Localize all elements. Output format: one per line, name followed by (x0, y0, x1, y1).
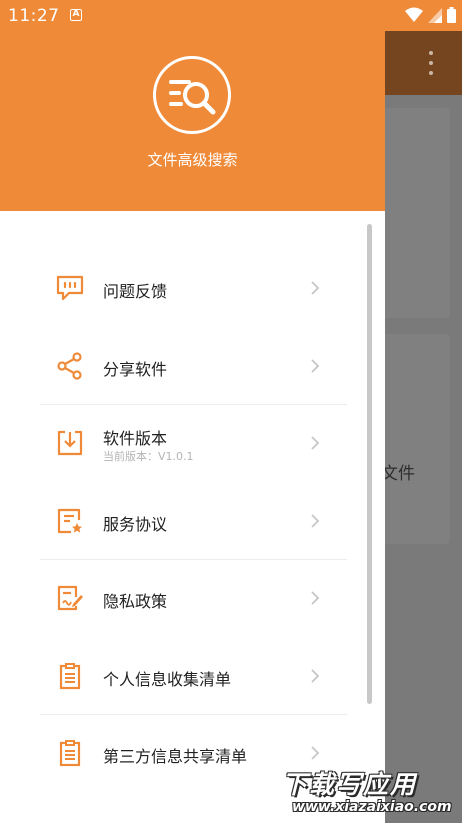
watermark-title: 下载写应用 (282, 770, 418, 799)
chevron-right-icon (311, 591, 320, 605)
navigation-drawer: 文件高级搜索 问题反馈 分享软件 软件版本 当前版本：V1.0.1 服务协议 隐… (0, 0, 385, 823)
status-time: 11:27 (8, 6, 60, 26)
feedback-icon (56, 275, 84, 301)
menu-item-privacy-policy[interactable]: 隐私政策 (0, 565, 385, 631)
background-card-1 (374, 108, 450, 318)
battery-icon (447, 7, 456, 23)
chevron-right-icon (311, 514, 320, 528)
notification-a-icon: A (70, 9, 82, 21)
share-icon (57, 352, 82, 380)
chevron-right-icon (311, 359, 320, 373)
chevron-right-icon (311, 669, 320, 683)
menu-item-share[interactable]: 分享软件 (0, 333, 385, 399)
watermark: 下载写应用 www.xiazaixiao.com (278, 765, 462, 823)
divider (40, 404, 347, 405)
version-download-icon (57, 430, 83, 456)
menu-item-label: 服务协议 (103, 515, 168, 534)
drawer-scrollbar[interactable] (367, 224, 372, 704)
overflow-menu-icon[interactable] (428, 51, 434, 75)
background-card-text: 文件 (381, 464, 415, 484)
menu-item-label: 隐私政策 (103, 592, 168, 611)
menu-item-personal-info-list[interactable]: 个人信息收集清单 (0, 643, 385, 709)
menu-item-label: 问题反馈 (103, 282, 168, 301)
chevron-right-icon (311, 746, 320, 760)
menu-item-service-agreement[interactable]: 服务协议 (0, 488, 385, 554)
wifi-icon (405, 7, 423, 22)
service-agreement-icon (57, 508, 82, 534)
privacy-policy-icon (57, 585, 83, 611)
file-search-icon (153, 56, 231, 134)
third-party-share-list-icon (59, 740, 81, 767)
menu-item-label: 软件版本 (103, 429, 168, 448)
background-card-2 (374, 334, 450, 544)
app-name: 文件高级搜索 (147, 151, 238, 169)
menu-item-label: 个人信息收集清单 (103, 670, 232, 689)
menu-item-label: 第三方信息共享清单 (103, 747, 248, 766)
drawer-header: 文件高级搜索 (0, 0, 385, 211)
personal-info-list-icon (59, 663, 81, 690)
menu-item-version[interactable]: 软件版本 当前版本：V1.0.1 (0, 410, 385, 476)
chevron-right-icon (311, 436, 320, 450)
divider (40, 559, 347, 560)
menu-item-feedback[interactable]: 问题反馈 (0, 255, 385, 321)
version-text: 当前版本：V1.0.1 (103, 450, 194, 463)
status-bar: 11:27 A (0, 0, 462, 31)
watermark-url: www.xiazaixiao.com (292, 799, 452, 815)
divider (40, 714, 347, 715)
menu-item-label: 分享软件 (103, 360, 168, 379)
chevron-right-icon (311, 281, 320, 295)
signal-icon (428, 7, 442, 23)
